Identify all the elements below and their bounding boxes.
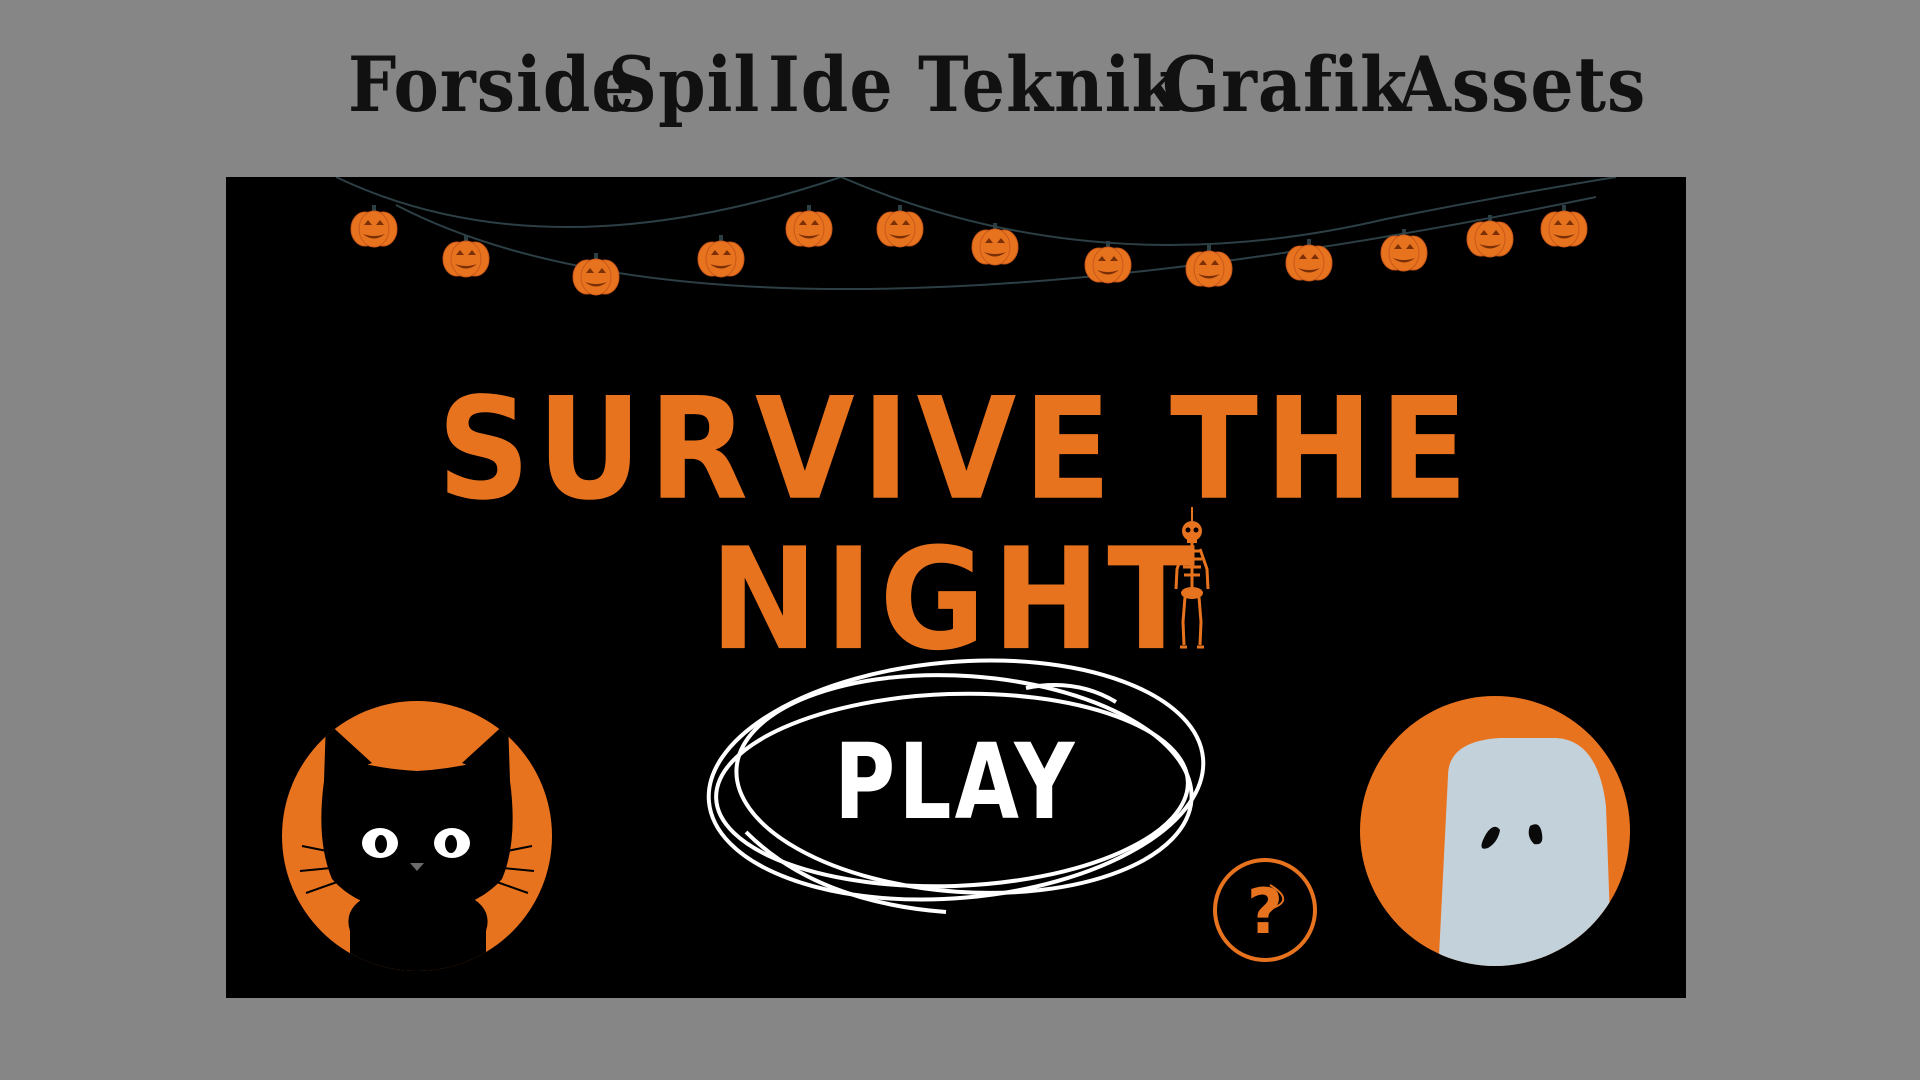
pumpkin-icon	[1540, 205, 1588, 248]
nav-item-forside[interactable]: Forside	[348, 35, 636, 136]
black-cat-icon[interactable]	[282, 701, 552, 971]
game-title: SURVIVE THE NIGHT	[437, 368, 1475, 682]
pumpkin-icon	[572, 253, 620, 296]
play-button[interactable]: PLAY	[696, 632, 1216, 932]
pumpkin-icon	[350, 205, 398, 248]
pumpkin-icon	[876, 205, 924, 248]
question-mark-icon[interactable]: ?	[1210, 855, 1320, 970]
game-stage: SURVIVE THE NIGHT PLAY ?	[226, 177, 1686, 998]
play-label: PLAY	[834, 721, 1078, 843]
ghost-icon[interactable]	[1360, 696, 1630, 966]
pumpkin-icon	[1380, 229, 1428, 272]
top-navigation: Forside Spil Ide Teknik Grafik Assets	[0, 40, 1920, 130]
pumpkin-icon	[1185, 245, 1233, 288]
pumpkin-icon	[1285, 239, 1333, 282]
nav-item-assets[interactable]: Assets	[1398, 35, 1646, 136]
nav-item-spil[interactable]: Spil	[608, 35, 760, 136]
pumpkin-garland	[335, 177, 1617, 296]
help-label: ?	[1247, 875, 1283, 948]
pumpkin-icon	[785, 205, 833, 248]
skeleton-icon	[1174, 507, 1210, 649]
nav-item-grafik[interactable]: Grafik	[1162, 35, 1408, 136]
pumpkin-icon	[1084, 241, 1132, 284]
nav-item-ide[interactable]: Ide	[768, 35, 894, 136]
pumpkin-icon	[697, 235, 745, 278]
nav-item-teknik[interactable]: Teknik	[918, 35, 1180, 136]
